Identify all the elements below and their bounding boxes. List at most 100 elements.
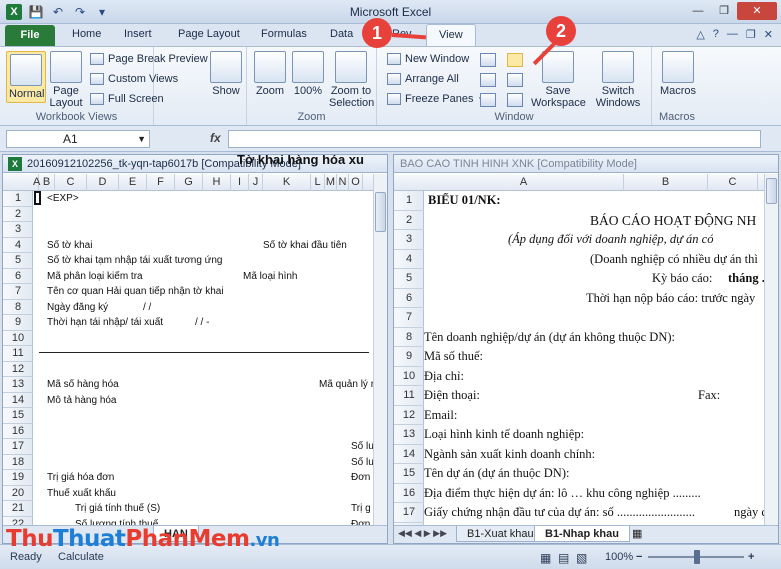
- row-header-18[interactable]: 18: [3, 455, 33, 470]
- sheet-nav-icons[interactable]: ◀◀ ◀ ▶ ▶▶: [398, 528, 447, 539]
- synchronous-scrolling-icon[interactable]: [507, 73, 523, 87]
- zoom-slider-thumb[interactable]: [694, 550, 700, 564]
- cell-r13b[interactable]: Mã quản lý r: [319, 379, 374, 390]
- cell-r10[interactable]: Địa chỉ:: [424, 369, 464, 384]
- minimize-icon[interactable]: —: [685, 2, 711, 20]
- restore-icon[interactable]: ❐: [711, 2, 737, 20]
- zoom-level[interactable]: 100%: [605, 551, 633, 563]
- column-header-m[interactable]: M: [325, 174, 337, 191]
- arrange-all-button[interactable]: Arrange All: [387, 73, 459, 85]
- column-header-c[interactable]: C: [708, 174, 758, 191]
- column-header-b[interactable]: B: [39, 174, 55, 191]
- row-header-15[interactable]: 15: [394, 464, 424, 484]
- normal-button[interactable]: Normal: [6, 51, 46, 103]
- row-header-4[interactable]: 4: [3, 238, 33, 253]
- close-icon[interactable]: ✕: [737, 2, 777, 20]
- cell-r17[interactable]: Số lư: [351, 441, 375, 452]
- cell-r5b[interactable]: tháng ..: [728, 271, 768, 286]
- column-header-e[interactable]: E: [119, 174, 147, 191]
- column-header-f[interactable]: F: [147, 174, 175, 191]
- cell-r14[interactable]: Ngành sản xuất kinh doanh chính:: [424, 447, 595, 462]
- tab-page-layout[interactable]: Page Layout: [178, 28, 240, 40]
- row-header-9[interactable]: 9: [394, 347, 424, 367]
- cell-r6a[interactable]: Mã phân loại kiểm tra: [47, 271, 143, 282]
- zoom-to-selection-button[interactable]: Zoom to Selection: [329, 51, 374, 109]
- cell-r11a[interactable]: Điện thoại:: [424, 388, 480, 403]
- cell-r1[interactable]: <EXP>: [47, 193, 79, 204]
- row-header-14[interactable]: 14: [3, 393, 33, 408]
- workbook-close-icon[interactable]: ✕: [764, 28, 773, 41]
- workbook-restore-icon[interactable]: ❐: [746, 28, 756, 41]
- insert-sheet-icon[interactable]: ▦: [632, 527, 642, 540]
- cell-r2[interactable]: BÁO CÁO HOẠT ĐỘNG NH: [590, 213, 756, 229]
- row-header-1[interactable]: 1: [3, 191, 33, 207]
- scroll-thumb[interactable]: [375, 192, 386, 232]
- column-header-k[interactable]: K: [263, 174, 311, 191]
- row-header-3[interactable]: 3: [3, 222, 33, 238]
- row-header-11[interactable]: 11: [3, 346, 33, 362]
- row-header-11[interactable]: 11: [394, 386, 424, 406]
- cell-r20[interactable]: Thuế xuất khẩu: [47, 488, 116, 499]
- row-header-13[interactable]: 13: [3, 377, 33, 393]
- row-header-17[interactable]: 17: [394, 503, 424, 523]
- row-header-7[interactable]: 7: [394, 308, 424, 328]
- workbook-window-left[interactable]: X 20160912102256_tk-yqn-tap6017b [Compati…: [2, 154, 388, 544]
- cell-r6[interactable]: Thời hạn nộp báo cáo: trước ngày: [586, 291, 755, 306]
- custom-views-button[interactable]: Custom Views: [90, 73, 178, 85]
- hide-icon[interactable]: [480, 73, 496, 87]
- workbook-window-right[interactable]: BAO CAO TINH HINH XNK [Compatibility Mod…: [393, 154, 779, 544]
- view-side-by-side-icon[interactable]: [507, 53, 523, 67]
- macros-button[interactable]: Macros: [658, 51, 698, 97]
- cell-r21b[interactable]: Trị g: [351, 503, 371, 514]
- cell-r17a[interactable]: Giấy chứng nhận đầu tư của dự án: số ...…: [424, 505, 695, 520]
- row-header-17[interactable]: 17: [3, 439, 33, 455]
- row-header-16[interactable]: 16: [3, 424, 33, 439]
- cell-r13[interactable]: Loại hình kinh tế doanh nghiệp:: [424, 427, 584, 442]
- zoom-in-icon[interactable]: +: [748, 551, 754, 563]
- row-header-3[interactable]: 3: [394, 230, 424, 250]
- cell-r15[interactable]: Tên dự án (dự án thuộc DN):: [424, 466, 569, 481]
- row-header-2[interactable]: 2: [3, 207, 33, 222]
- unhide-icon[interactable]: [480, 93, 496, 107]
- new-window-button[interactable]: New Window: [387, 53, 469, 65]
- column-header-i[interactable]: I: [231, 174, 249, 191]
- cell-r8a[interactable]: Ngày đăng ký: [47, 302, 108, 313]
- vertical-scrollbar-right[interactable]: [764, 174, 778, 525]
- row-header-6[interactable]: 6: [394, 289, 424, 308]
- row-header-10[interactable]: 10: [394, 367, 424, 386]
- row-header-15[interactable]: 15: [3, 408, 33, 424]
- cell-r21a[interactable]: Trị giá tính thuế (S): [75, 503, 160, 514]
- cell-r5[interactable]: Số tờ khai tạm nhập tái xuất tương ứng: [47, 255, 223, 266]
- row-header-20[interactable]: 20: [3, 486, 33, 501]
- sheet-tab-xuat-khau[interactable]: B1-Xuat khau: [456, 526, 545, 542]
- cell-r9b[interactable]: / / -: [195, 317, 209, 328]
- cell-r8b[interactable]: / /: [143, 302, 151, 313]
- tab-insert[interactable]: Insert: [124, 28, 152, 40]
- cell-r16[interactable]: Địa điểm thực hiện dự án: lô … khu công …: [424, 486, 701, 501]
- cell-r4b[interactable]: Số tờ khai đầu tiên: [263, 240, 347, 251]
- page-break-view-icon[interactable]: ▧: [576, 551, 587, 565]
- cell-r3[interactable]: (Áp dụng đối với doanh nghiệp, dự án có: [508, 232, 713, 247]
- cell-r9a[interactable]: Thời hạn tái nhập/ tái xuất: [47, 317, 163, 328]
- row-header-7[interactable]: 7: [3, 284, 33, 300]
- freeze-panes-button[interactable]: Freeze Panes▼: [387, 93, 485, 105]
- workbook-minimize-icon[interactable]: —: [727, 28, 738, 41]
- cell-r18[interactable]: Số lư: [351, 457, 375, 468]
- row-header-19[interactable]: 19: [3, 470, 33, 486]
- tab-data[interactable]: Data: [330, 28, 353, 40]
- row-header-12[interactable]: 12: [394, 406, 424, 425]
- name-box[interactable]: A1 ▼: [6, 130, 150, 148]
- column-header-j[interactable]: J: [249, 174, 263, 191]
- zoom-out-icon[interactable]: −: [636, 551, 642, 563]
- cell-r4a[interactable]: Số tờ khai: [47, 240, 92, 251]
- formula-input[interactable]: [228, 130, 761, 148]
- insert-function-icon[interactable]: fx: [210, 131, 221, 145]
- column-header-h[interactable]: H: [203, 174, 231, 191]
- row-header-6[interactable]: 6: [3, 269, 33, 284]
- column-header-c[interactable]: C: [55, 174, 87, 191]
- row-header-9[interactable]: 9: [3, 315, 33, 331]
- row-header-4[interactable]: 4: [394, 250, 424, 269]
- row-header-21[interactable]: 21: [3, 501, 33, 517]
- cell-r14[interactable]: Mô tả hàng hóa: [47, 395, 117, 406]
- help-icon[interactable]: ?: [713, 28, 719, 41]
